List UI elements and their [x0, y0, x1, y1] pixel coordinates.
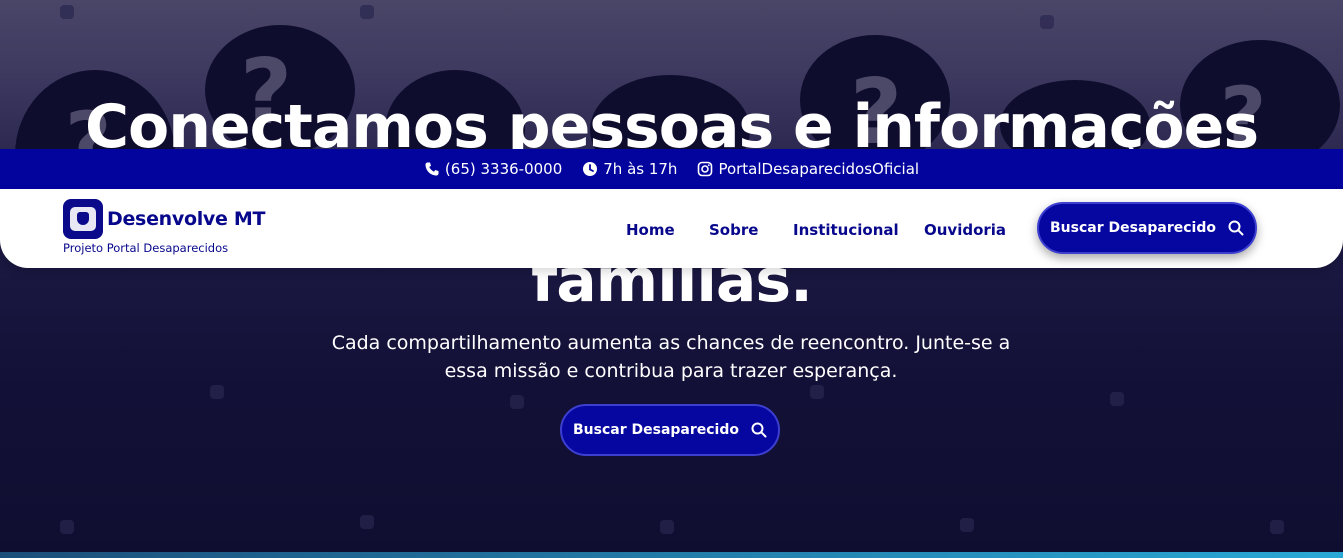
hero-bg-shape	[60, 520, 74, 534]
hero-bg-shape	[1270, 520, 1284, 534]
contact-instagram-text: PortalDesaparecidosOficial	[718, 160, 920, 178]
nav-link-home[interactable]: Home	[626, 221, 675, 239]
hero-bg-shape	[810, 385, 824, 399]
hero-bg-shape	[360, 5, 374, 19]
contact-phone-text: (65) 3336-0000	[444, 160, 563, 178]
nav-link-sobre[interactable]: Sobre	[709, 221, 758, 239]
brand-subtitle: Projeto Portal Desaparecidos	[63, 241, 229, 255]
instagram-icon	[697, 161, 713, 177]
hero-bg-shape	[960, 518, 974, 532]
hero-bg-shape	[1110, 392, 1124, 406]
contact-hours-text: 7h às 17h	[603, 160, 678, 178]
hero-subtitle: Cada compartilhamento aumenta as chances…	[331, 332, 1011, 382]
logo-icon[interactable]	[63, 199, 103, 239]
hero-bg-shape	[510, 395, 524, 409]
contact-phone[interactable]: (65) 3336-0000	[424, 160, 562, 178]
section-divider	[0, 552, 1343, 558]
hero-bg-shape	[1040, 15, 1054, 29]
contact-instagram[interactable]: PortalDesaparecidosOficial	[697, 160, 919, 178]
phone-icon	[424, 161, 440, 177]
brand-name[interactable]: Desenvolve MT	[107, 208, 265, 230]
hero-search-button-label: Buscar Desaparecido	[573, 422, 739, 438]
contact-topbar: (65) 3336-0000 7h às 17h PortalDesaparec…	[0, 149, 1343, 189]
contact-hours: 7h às 17h	[582, 160, 677, 178]
hero-search-button[interactable]: Buscar Desaparecido	[560, 404, 780, 456]
search-icon	[751, 422, 767, 438]
nav-search-button-label: Buscar Desaparecido	[1050, 220, 1216, 236]
nav-link-ouvidoria[interactable]: Ouvidoria	[924, 221, 1006, 239]
clock-icon	[582, 161, 598, 177]
hero-bg-shape	[60, 5, 74, 19]
nav-link-institucional[interactable]: Institucional	[793, 221, 899, 239]
hero-bg-shape	[660, 520, 674, 534]
search-icon	[1228, 220, 1244, 236]
nav-search-button[interactable]: Buscar Desaparecido	[1037, 202, 1257, 254]
hero-bg-shape	[210, 385, 224, 399]
main-navbar: Desenvolve MT Projeto Portal Desaparecid…	[0, 189, 1343, 268]
hero-bg-shape	[360, 515, 374, 529]
